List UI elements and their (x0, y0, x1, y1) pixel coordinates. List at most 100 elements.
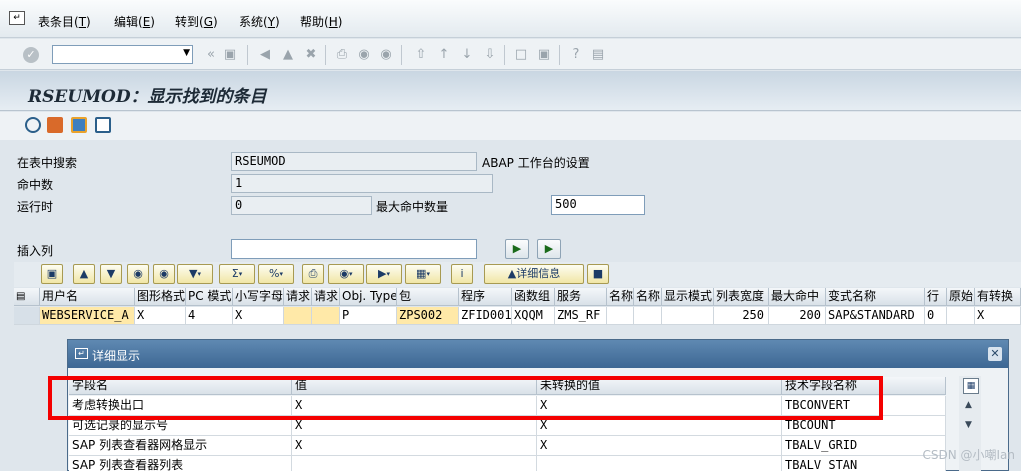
insert-column-button[interactable]: ▶ (505, 239, 529, 259)
scroll-down-icon[interactable]: ▼ (965, 420, 972, 430)
export-icon[interactable]: ▶▾ (366, 264, 402, 284)
menu-icon[interactable]: ↵ (9, 11, 25, 25)
column-header[interactable]: 小写字母 (233, 288, 284, 306)
print-icon[interactable]: ⎙ (334, 47, 350, 63)
max-hits-input[interactable]: 500 (551, 195, 645, 215)
column-header[interactable]: 未转换的值 (537, 377, 782, 395)
table-cell[interactable] (662, 307, 714, 325)
table-cell[interactable]: SAP&STANDARD (826, 307, 925, 325)
insert-column-all-button[interactable]: ▶ (537, 239, 561, 259)
select-all-cell[interactable]: ▤ (14, 288, 40, 306)
column-header[interactable]: 函数组 (512, 288, 555, 306)
table-cell[interactable]: P (340, 307, 397, 325)
sort-ascending-icon[interactable]: ▲ (73, 264, 95, 284)
find-icon[interactable]: ◉ (356, 47, 372, 63)
refresh-icon[interactable] (25, 117, 41, 133)
table-cell[interactable]: 4 (186, 307, 233, 325)
table-cell[interactable] (607, 307, 634, 325)
insert-column-input[interactable] (231, 239, 477, 259)
column-header[interactable]: 行 (925, 288, 947, 306)
column-header[interactable]: 最大命中 (769, 288, 826, 306)
column-header[interactable]: 变式名称 (826, 288, 925, 306)
menu-item-system[interactable]: 系统(Y) (239, 13, 280, 30)
scroll-up-icon[interactable]: ▲ (965, 400, 972, 410)
last-page-icon[interactable]: ⇩ (482, 47, 498, 63)
filter-icon[interactable]: ▼▾ (177, 264, 213, 284)
column-header[interactable]: 图形格式 (135, 288, 186, 306)
chevron-down-icon[interactable]: ▼ (183, 48, 190, 58)
views-icon[interactable]: ◉▾ (328, 264, 364, 284)
column-settings-icon[interactable]: ▦ (963, 378, 979, 394)
column-header[interactable]: 列表宽度 (714, 288, 769, 306)
column-header[interactable]: 包 (397, 288, 459, 306)
row-selector[interactable] (14, 307, 40, 325)
table-cell[interactable]: X (975, 307, 1021, 325)
find-next-icon[interactable]: ◉ (378, 47, 394, 63)
command-field[interactable]: ▼ (52, 45, 193, 64)
table-cell[interactable]: WEBSERVICE_A (40, 307, 135, 325)
column-header[interactable]: 名称 (634, 288, 662, 306)
dialog-title-bar[interactable]: ↵ 详细显示 ✕ (68, 340, 1008, 368)
check-icon[interactable] (71, 117, 87, 133)
layout-icon[interactable]: ▤ (590, 47, 606, 63)
table-cell[interactable]: ZMS_RF (555, 307, 607, 325)
exit-icon[interactable]: ▲ (280, 47, 296, 63)
sort-descending-icon[interactable]: ▼ (100, 264, 122, 284)
table-cell[interactable]: 200 (769, 307, 826, 325)
menu-item-edit[interactable]: 编辑(E) (114, 13, 155, 30)
column-header[interactable]: 显示模式 (662, 288, 714, 306)
table-cell[interactable] (312, 307, 340, 325)
help-icon[interactable]: ? (568, 47, 584, 63)
subtotal-icon[interactable]: %▾ (258, 264, 294, 284)
table-cell[interactable]: 0 (925, 307, 947, 325)
next-page-icon[interactable]: ↓ (459, 47, 475, 63)
table-cell[interactable] (634, 307, 662, 325)
value-cell: X (292, 416, 537, 436)
shortcut-icon[interactable]: ▣ (536, 47, 552, 63)
find-icon[interactable]: ◉ (127, 264, 149, 284)
table-cell[interactable]: ZFID001 (459, 307, 512, 325)
column-header[interactable]: 请求 (284, 288, 312, 306)
column-header[interactable]: 技术字段名称 (782, 377, 946, 395)
column-header[interactable]: 值 (292, 377, 537, 395)
first-page-icon[interactable]: ⇧ (413, 47, 429, 63)
column-header[interactable]: 名称 (607, 288, 634, 306)
menu-item-goto[interactable]: 转到(G) (175, 13, 218, 30)
close-icon[interactable]: ✕ (988, 347, 1002, 361)
cancel-icon[interactable]: ✖ (303, 47, 319, 63)
menu-item-help[interactable]: 帮助(H) (300, 13, 342, 30)
details-icon[interactable]: ▣ (41, 264, 63, 284)
settings-icon[interactable] (47, 117, 63, 133)
new-session-icon[interactable]: □ (513, 47, 529, 63)
table-cell[interactable]: X (233, 307, 284, 325)
menu-item-table-entry[interactable]: 表条目(T) (38, 13, 91, 30)
column-header[interactable]: 原始 (947, 288, 975, 306)
enter-icon[interactable]: ✓ (23, 47, 39, 63)
prev-page-icon[interactable]: ↑ (436, 47, 452, 63)
table-cell[interactable]: XQQM (512, 307, 555, 325)
print-icon[interactable]: ⎙ (302, 264, 324, 284)
sum-icon[interactable]: Σ▾ (219, 264, 255, 284)
column-header[interactable]: 请求 (312, 288, 340, 306)
table-cell[interactable]: ZPS002 (397, 307, 459, 325)
column-header[interactable]: 服务 (555, 288, 607, 306)
column-header[interactable]: PC 模式 (186, 288, 233, 306)
column-header[interactable]: 字段名 (69, 377, 292, 395)
layout-icon[interactable]: ▦▾ (405, 264, 441, 284)
info-icon[interactable]: i (451, 264, 473, 284)
table-cell[interactable] (947, 307, 975, 325)
column-header[interactable]: 有转换 (975, 288, 1021, 306)
find-next-icon[interactable]: ◉ (153, 264, 175, 284)
graphic-icon[interactable]: ■ (587, 264, 609, 284)
table-cell[interactable] (284, 307, 312, 325)
detail-info-button[interactable]: ▲详细信息 (484, 264, 584, 284)
column-header[interactable]: 用户名 (40, 288, 135, 306)
back-icon[interactable]: ◀ (257, 47, 273, 63)
table-cell[interactable]: 250 (714, 307, 769, 325)
column-header[interactable]: 程序 (459, 288, 512, 306)
table-cell[interactable]: X (135, 307, 186, 325)
collapse-icon[interactable]: « (203, 47, 219, 63)
list-icon[interactable] (95, 117, 111, 133)
column-header[interactable]: Obj. Type (340, 288, 397, 306)
save-icon[interactable]: ▣ (222, 47, 238, 63)
